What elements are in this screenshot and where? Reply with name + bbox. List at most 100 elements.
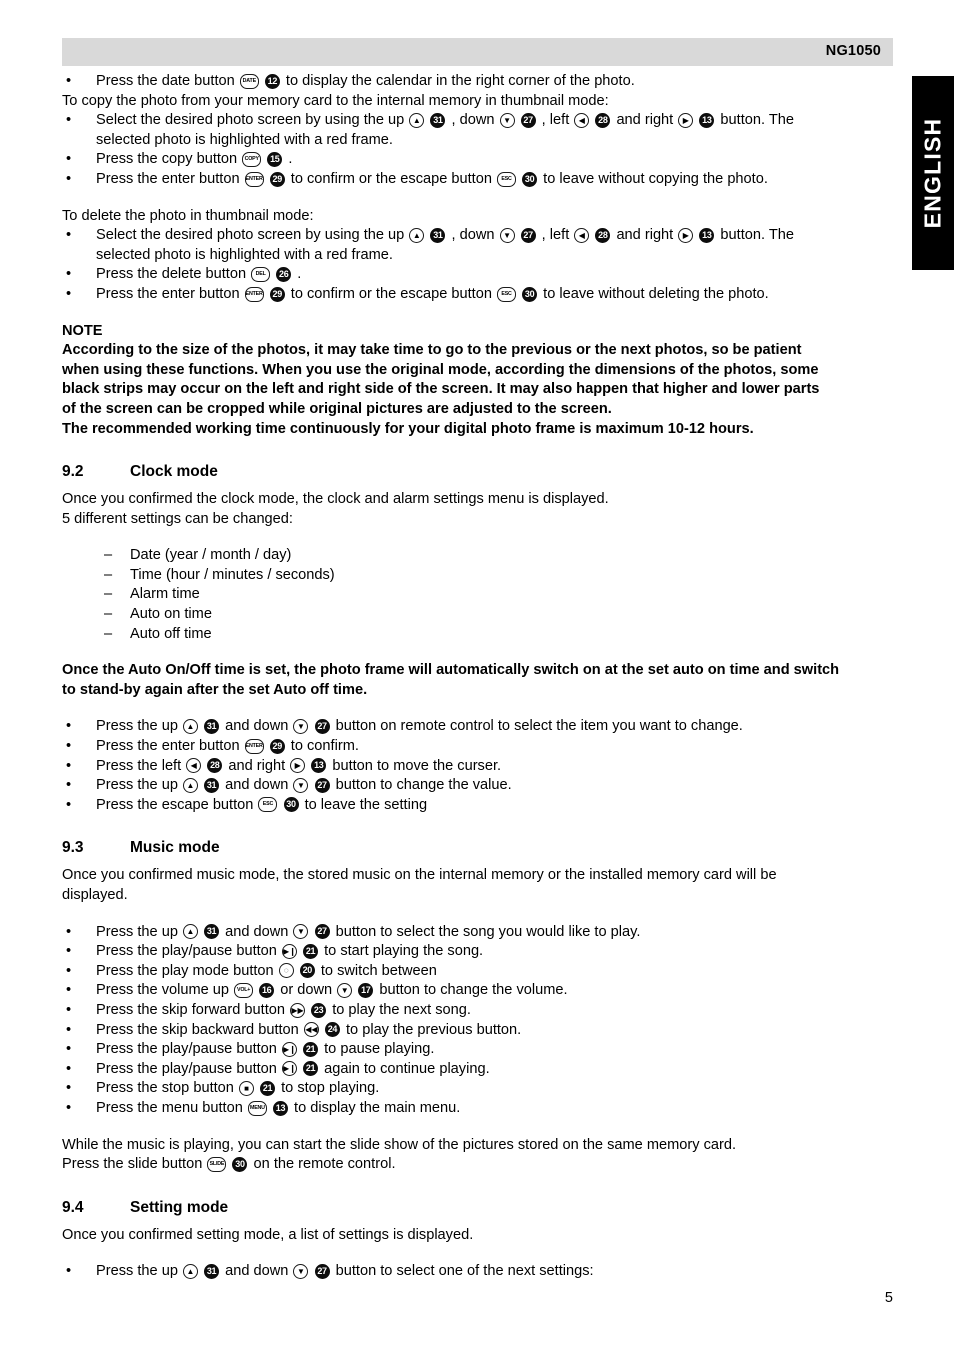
bullet-marker: • <box>66 982 72 999</box>
up-button-icon: ▲ <box>183 1263 198 1279</box>
bullet-marker: • <box>66 1060 72 1077</box>
document-page: NG1050 ENGLISH • Press the date button D… <box>0 0 954 1354</box>
text-fragment: Press the up <box>96 923 178 940</box>
callout-number: 31 <box>430 227 446 243</box>
section-heading-9-3: 9.3 Music mode <box>62 839 900 857</box>
callout-number: 30 <box>283 797 299 813</box>
volume-down-button-icon: ▼ <box>337 983 353 999</box>
delete-button-icon: DEL <box>251 266 271 282</box>
bullet-marker: • <box>66 777 72 794</box>
list-item: • Press the enter button ENTER 29 to con… <box>62 285 900 305</box>
bullet-marker: • <box>66 266 72 283</box>
text-fragment: selected photo is highlighted with a red… <box>96 246 393 263</box>
callout-number: 17 <box>358 983 374 999</box>
escape-button-icon: ESC <box>497 171 517 187</box>
document-content: • Press the date button DATE 12 to displ… <box>62 72 900 1282</box>
section-heading-9-4: 9.4 Setting mode <box>62 1199 900 1217</box>
bullet-marker: • <box>66 1021 72 1038</box>
right-button-icon: ▶ <box>290 758 306 774</box>
bullet-marker: • <box>66 718 72 735</box>
bullet-marker: • <box>66 1099 72 1116</box>
callout-number: 28 <box>207 758 223 774</box>
text-fragment: to stop playing. <box>281 1080 380 1097</box>
callout-number: 28 <box>595 227 611 243</box>
text-fragment: Press the skip forward button <box>96 1001 285 1018</box>
list-item: • Press the up ▲ 31 and down ▼ 27 button… <box>62 717 900 737</box>
music-outro-line: Press the slide button SLIDE 30 on the r… <box>62 1155 900 1175</box>
text-fragment: to start playing the song. <box>324 943 484 960</box>
autoonoff-note-line: Once the Auto On/Off time is set, the ph… <box>62 662 840 679</box>
bullet-marker: • <box>66 943 72 960</box>
note-line: black strips may occur on the left and r… <box>62 381 820 398</box>
down-button-icon: ▼ <box>293 924 309 940</box>
setting-item-label: Date (year / month / day) <box>130 547 292 564</box>
list-item: • Press the play/pause button ▶❙ 21 to s… <box>62 942 900 962</box>
text-fragment: Press the left <box>96 757 182 774</box>
autoonoff-note-line: to stand-by again after the set Auto off… <box>62 681 368 698</box>
text-fragment: to pause playing. <box>324 1041 435 1058</box>
list-item: • Press the copy button COPY 15 . <box>62 150 900 170</box>
enter-button-icon: ENTER <box>244 286 264 302</box>
list-item: • Press the skip backward button ◀◀ 24 t… <box>62 1021 900 1041</box>
text-fragment: Press the up <box>96 718 178 735</box>
up-button-icon: ▲ <box>183 719 198 735</box>
text-fragment: to confirm or the escape button <box>290 170 492 187</box>
callout-number: 30 <box>232 1156 248 1172</box>
header-bar: NG1050 <box>62 38 893 66</box>
list-item: • Press the enter button ENTER 29 to con… <box>62 170 900 190</box>
text-fragment: to confirm or the escape button <box>290 285 492 302</box>
text-fragment: button to change the volume. <box>379 982 568 999</box>
section-number: 9.3 <box>62 839 84 857</box>
model-number: NG1050 <box>825 43 881 59</box>
text-fragment: Press the play/pause button <box>96 1041 277 1058</box>
callout-number: 15 <box>267 152 283 168</box>
callout-number: 21 <box>303 1061 319 1077</box>
text-fragment: Select the desired photo screen by using… <box>96 112 405 129</box>
text-fragment: and right <box>228 757 286 774</box>
bullet-marker: • <box>66 285 72 302</box>
text-fragment: Press the delete button <box>96 266 247 283</box>
left-button-icon: ◀ <box>574 227 590 243</box>
down-button-icon: ▼ <box>293 777 309 793</box>
text-fragment: button to change the value. <box>335 777 512 794</box>
section-intro-line: 5 different settings can be changed: <box>62 510 293 527</box>
text-fragment: Press the slide button <box>62 1156 203 1173</box>
bullet-marker: • <box>66 1263 72 1280</box>
text-fragment: Press the volume up <box>96 982 230 999</box>
bullet-marker: • <box>66 170 72 187</box>
text-fragment: Press the up <box>96 777 178 794</box>
list-item: • Press the up ▲ 31 and down ▼ 27 button… <box>62 1262 900 1282</box>
list-item: • Press the play/pause button ▶❙ 21 to p… <box>62 1040 900 1060</box>
callout-number: 20 <box>299 963 315 979</box>
up-button-icon: ▲ <box>183 924 198 940</box>
down-button-icon: ▼ <box>499 227 515 243</box>
callout-number: 31 <box>204 719 220 735</box>
dash-marker: – <box>104 586 113 603</box>
callout-number: 27 <box>314 924 330 940</box>
bullet-marker: • <box>66 757 72 774</box>
text-fragment: and down <box>225 923 289 940</box>
list-item: • Press the up ▲ 31 and down ▼ 27 button… <box>62 776 900 796</box>
list-item: – Auto off time <box>62 625 900 645</box>
enter-button-icon: ENTER <box>244 171 264 187</box>
list-item: – Date (year / month / day) <box>62 546 900 566</box>
text-fragment: again to continue playing. <box>324 1060 490 1077</box>
text-fragment: Press the escape button <box>96 796 254 813</box>
list-item: • Select the desired photo screen by usi… <box>62 226 900 265</box>
text-fragment: , down <box>451 227 495 244</box>
text-fragment: and right <box>616 227 674 244</box>
bullet-marker: • <box>66 1080 72 1097</box>
list-item: • Press the menu button MENU 13 to displ… <box>62 1099 900 1119</box>
callout-number: 27 <box>314 1263 330 1279</box>
text-fragment: and down <box>225 1263 289 1280</box>
text-fragment: Press the play mode button <box>96 962 274 979</box>
text-fragment: button to select one of the next setting… <box>335 1263 594 1280</box>
callout-number: 30 <box>522 286 538 302</box>
list-item: • Press the up ▲ 31 and down ▼ 27 button… <box>62 923 900 943</box>
bullet-marker: • <box>66 73 72 89</box>
text-fragment: Press the menu button <box>96 1099 243 1116</box>
callout-number: 27 <box>520 112 536 128</box>
callout-number: 31 <box>204 777 220 793</box>
date-button-icon: DATE <box>239 73 259 89</box>
setting-item-label: Auto on time <box>130 606 212 623</box>
